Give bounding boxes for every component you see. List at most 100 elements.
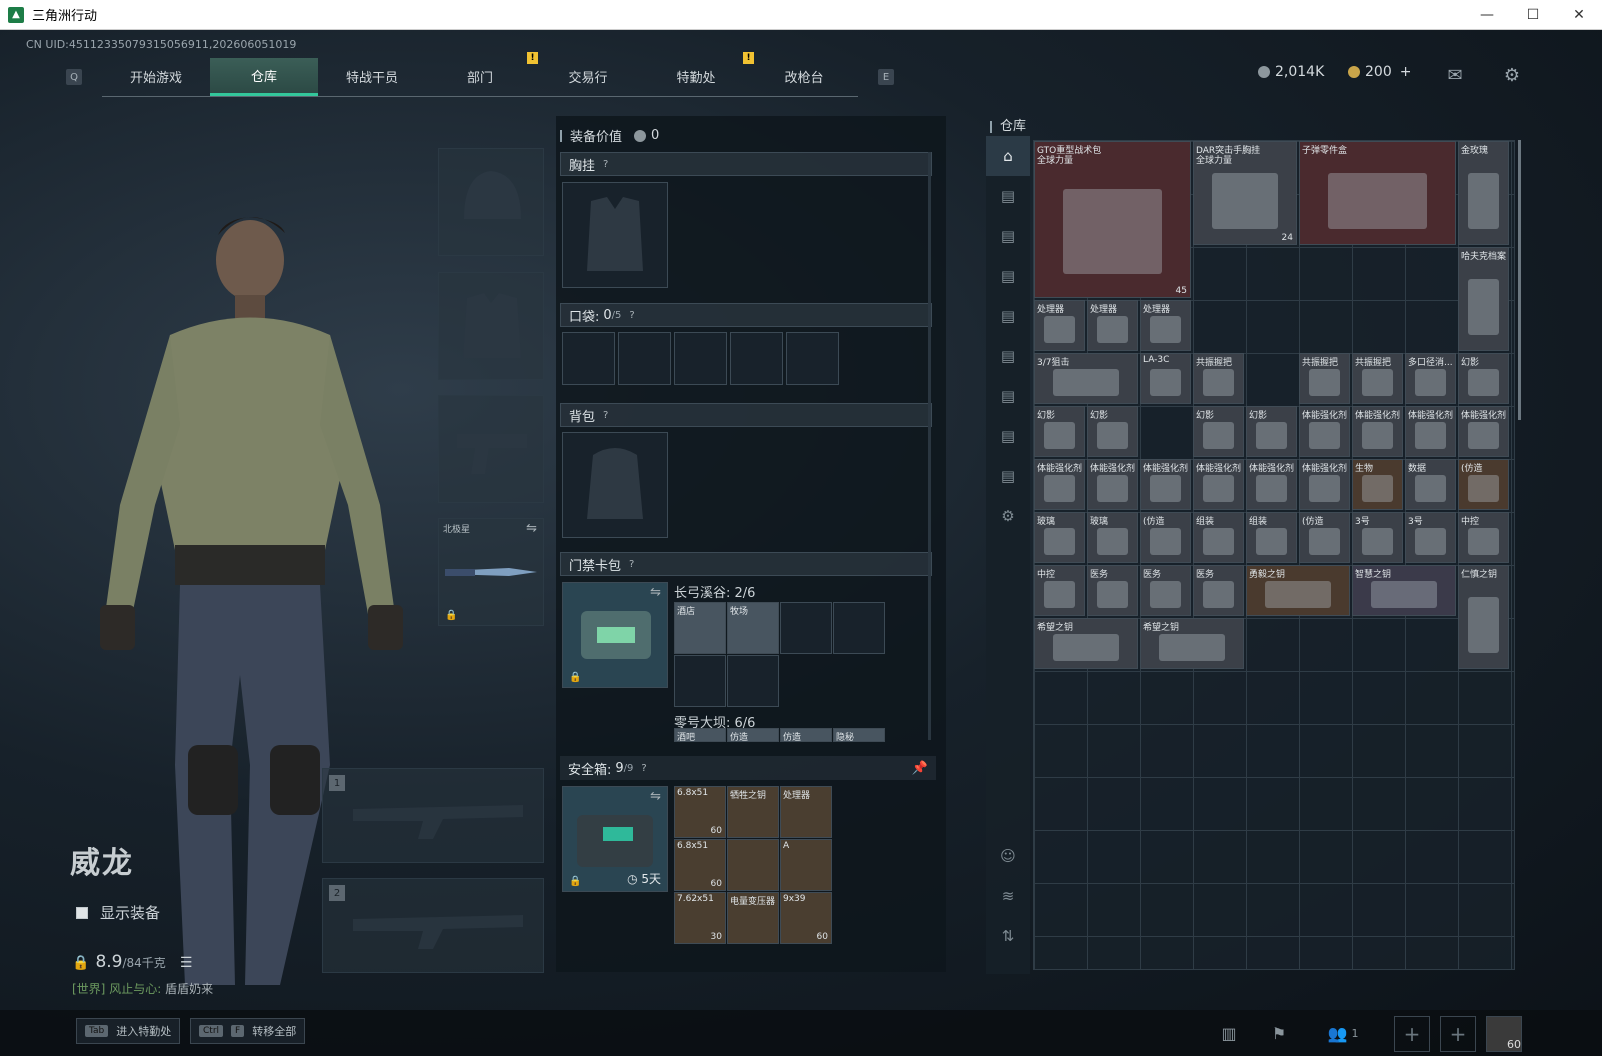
chat-line[interactable]: [世界] 风止与心: 盾盾奶来	[72, 980, 213, 997]
keycard-item[interactable]: 牧场	[727, 602, 779, 654]
flag-icon[interactable]: ⚑	[1264, 1020, 1294, 1046]
warehouse-settings-icon[interactable]: ⚙	[986, 496, 1030, 536]
keycard-empty-slot[interactable]	[833, 602, 885, 654]
safe-box-item[interactable]	[727, 839, 779, 891]
settings-gear-icon[interactable]: ⚙	[1500, 64, 1524, 86]
warehouse-item[interactable]: 中控	[1034, 565, 1085, 616]
help-icon[interactable]: ?	[641, 763, 646, 774]
primary-weapon-slot-1[interactable]: 1	[322, 768, 544, 863]
warehouse-item[interactable]: 组装	[1193, 512, 1244, 563]
warehouse-item[interactable]: 体能强化剂	[1405, 406, 1456, 457]
storage-tab-icon[interactable]: ▤	[986, 176, 1030, 216]
warehouse-item[interactable]: 希望之钥	[1140, 618, 1244, 669]
keycard-item[interactable]: 仿造	[780, 728, 832, 742]
pocket-slot[interactable]	[786, 332, 839, 385]
helmet-slot[interactable]	[438, 148, 544, 256]
warehouse-item[interactable]: 处理器	[1087, 300, 1138, 351]
warehouse-item[interactable]: 体能强化剂	[1140, 459, 1191, 510]
tab-warehouse[interactable]: 仓库	[210, 57, 318, 96]
keycard-empty-slot[interactable]	[674, 655, 726, 707]
help-icon[interactable]: ?	[603, 159, 608, 170]
keycard-empty-slot[interactable]	[780, 602, 832, 654]
invite-slot-button[interactable]: +	[1394, 1016, 1430, 1052]
safe-box-item[interactable]: 6.8x51 60	[674, 839, 726, 891]
help-icon[interactable]: ?	[629, 559, 634, 570]
warehouse-item[interactable]: 医务	[1140, 565, 1191, 616]
keycard-item[interactable]: 仿造	[727, 728, 779, 742]
warehouse-item[interactable]: 希望之钥	[1034, 618, 1138, 669]
warehouse-item[interactable]: 勇毅之钥	[1246, 565, 1350, 616]
warehouse-item[interactable]: 中控	[1458, 512, 1509, 563]
warehouse-item[interactable]: (仿造	[1140, 512, 1191, 563]
sort-icon[interactable]: ⇅	[986, 916, 1030, 956]
tab-gunsmith[interactable]: 改枪台	[750, 58, 858, 96]
safe-box-item[interactable]: 电量变压器	[727, 892, 779, 944]
invite-slot-button[interactable]: +	[1440, 1016, 1476, 1052]
warehouse-item[interactable]: 共振握把	[1299, 353, 1350, 404]
warehouse-item[interactable]: 医务	[1087, 565, 1138, 616]
swap-icon[interactable]: ⇋	[526, 521, 537, 536]
storage-tab-icon[interactable]: ▤	[986, 256, 1030, 296]
warehouse-item[interactable]: 幻影	[1193, 406, 1244, 457]
operator-icon[interactable]: ☺	[986, 836, 1030, 876]
maximize-button[interactable]: ☐	[1510, 0, 1556, 30]
warehouse-item[interactable]: 体能强化剂	[1299, 459, 1350, 510]
storage-tab-icon[interactable]: ▤	[986, 336, 1030, 376]
keycard-item[interactable]: 酒吧	[674, 728, 726, 742]
warehouse-item[interactable]: 哈夫克档案	[1458, 247, 1509, 351]
warehouse-item[interactable]: (仿造	[1458, 459, 1509, 510]
keycard-item[interactable]: 酒店	[674, 602, 726, 654]
warehouse-item[interactable]: 幻影	[1246, 406, 1297, 457]
safe-box-item[interactable]: 牺牲之钥	[727, 786, 779, 838]
swap-icon[interactable]: ⇋	[650, 585, 661, 600]
list-icon[interactable]: ☰	[180, 955, 193, 971]
warehouse-item[interactable]: 子弹零件盒	[1299, 141, 1456, 245]
safe-box-item[interactable]: A	[780, 839, 832, 891]
warehouse-item[interactable]: GTO重型战术包 全球力量 45	[1034, 141, 1191, 298]
storage-tab-icon[interactable]: ▤	[986, 296, 1030, 336]
add-gold-button[interactable]: +	[1400, 64, 1412, 80]
friends-button[interactable]: 👥 1	[1318, 1020, 1368, 1046]
warehouse-item[interactable]: 智慧之钥	[1352, 565, 1456, 616]
warehouse-item[interactable]: 数据	[1405, 459, 1456, 510]
pin-icon[interactable]: 📌	[912, 761, 928, 776]
pocket-slot[interactable]	[618, 332, 671, 385]
warehouse-item[interactable]: 体能强化剂	[1458, 406, 1509, 457]
backpack-slot[interactable]	[562, 432, 668, 538]
warehouse-item[interactable]: 处理器	[1034, 300, 1085, 351]
warehouse-item[interactable]: (仿造	[1299, 512, 1350, 563]
warehouse-item[interactable]: 幻影	[1034, 406, 1085, 457]
warehouse-item[interactable]: 幻影	[1458, 353, 1509, 404]
warehouse-item[interactable]: 多口径消...	[1405, 353, 1456, 404]
keycard-item[interactable]: 隐秘	[833, 728, 885, 742]
safe-box-slot[interactable]: ⇋ 🔒 ◷ 5天	[562, 786, 668, 892]
warehouse-item[interactable]: 仁慎之钥	[1458, 565, 1509, 669]
show-equipment-toggle[interactable]: 显示装备	[76, 902, 160, 923]
tab-start-game[interactable]: 开始游戏	[102, 58, 210, 96]
pocket-slot[interactable]	[730, 332, 783, 385]
tab-special-ops[interactable]: 特勤处!	[642, 51, 754, 96]
tab-market[interactable]: 交易行	[534, 58, 642, 96]
gold-currency[interactable]: 200 +	[1348, 64, 1411, 80]
armor-slot[interactable]	[438, 272, 544, 380]
storage-tab-icon[interactable]: ▤	[986, 376, 1030, 416]
warehouse-item[interactable]: 体能强化剂	[1193, 459, 1244, 510]
tab-department[interactable]: 部门!	[426, 51, 538, 96]
pistol-slot[interactable]	[438, 395, 544, 503]
pocket-slot[interactable]	[674, 332, 727, 385]
keycard-empty-slot[interactable]	[727, 655, 779, 707]
safe-box-item[interactable]: 7.62x51 30	[674, 892, 726, 944]
player-avatar[interactable]: 60	[1486, 1016, 1522, 1052]
warehouse-item[interactable]: 共振握把	[1193, 353, 1244, 404]
warehouse-item[interactable]: 生物	[1352, 459, 1403, 510]
warehouse-item[interactable]: LA-3C	[1140, 353, 1191, 404]
keycard-case-slot[interactable]: ⇋ 🔒	[562, 582, 668, 688]
warehouse-item[interactable]: 体能强化剂	[1299, 406, 1350, 457]
storage-tab-icon[interactable]: ▤	[986, 216, 1030, 256]
silver-currency[interactable]: 2,014K	[1258, 64, 1324, 80]
safe-box-item[interactable]: 6.8x51 60	[674, 786, 726, 838]
warehouse-item[interactable]: 3号	[1405, 512, 1456, 563]
stats-chart-icon[interactable]: ▥	[1214, 1020, 1244, 1046]
warehouse-item[interactable]: 处理器	[1140, 300, 1191, 351]
warehouse-item[interactable]: DAR突击手胸挂 全球力量 24	[1193, 141, 1297, 245]
